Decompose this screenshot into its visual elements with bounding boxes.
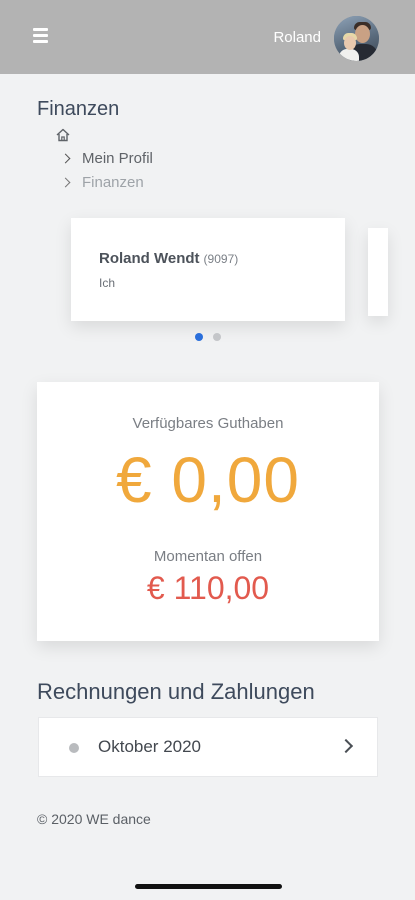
open-amount-value: € 110,00 [146,570,270,606]
footer-copyright: © 2020 WE dance [37,811,151,827]
profile-name: Roland Wendt [99,250,200,267]
status-dot-icon [69,743,79,753]
page-title: Finanzen [37,98,120,120]
available-balance-value: € 0,00 [116,444,300,516]
invoice-row-label: Oktober 2020 [98,737,202,756]
profile-card[interactable]: Roland Wendt (9097) Ich [71,218,345,321]
profile-name-line: Roland Wendt (9097) [99,250,238,267]
next-profile-card[interactable] [368,228,388,316]
breadcrumb-label: Mein Profil [82,150,153,167]
home-icon[interactable] [55,127,71,143]
hamburger-menu-icon[interactable] [33,28,48,43]
breadcrumb-item-finanzen: Finanzen [60,174,144,191]
breadcrumb-label: Finanzen [82,174,144,191]
breadcrumb-item-mein-profil[interactable]: Mein Profil [60,150,153,167]
available-balance-label: Verfügbares Guthaben [132,415,284,432]
chevron-right-icon [60,177,71,188]
open-amount-label: Momentan offen [153,548,263,565]
invoices-section-title: Rechnungen und Zahlungen [37,679,315,704]
profile-id: (9097) [203,252,239,266]
home-indicator[interactable] [135,884,282,889]
carousel-dot[interactable] [213,333,221,341]
invoice-row-oktober-2020[interactable]: Oktober 2020 [38,717,378,777]
chevron-right-icon [338,738,354,754]
profile-role: Ich [99,276,116,290]
carousel-dot-active[interactable] [195,333,203,341]
chevron-right-icon [60,153,71,164]
header-user-name[interactable]: Roland [273,29,321,46]
top-bar: Roland [0,0,415,74]
user-avatar[interactable] [334,16,379,61]
